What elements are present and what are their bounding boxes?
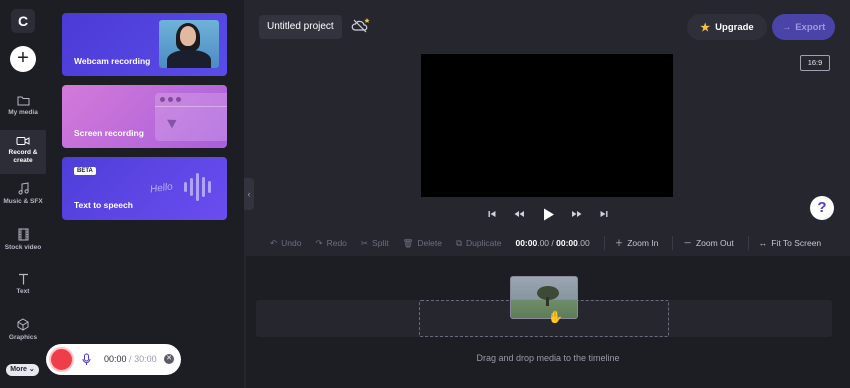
playhead-time: 00:00.00 / 00:00.00 — [515, 238, 589, 248]
zoom-out-button[interactable]: － Zoom Out — [683, 237, 733, 249]
audio-recorder-widget: 00:00 / 30:00 ✕ — [46, 344, 181, 375]
rail-item-record-create[interactable]: Record & create — [0, 130, 46, 174]
total-time: 00:00 — [556, 238, 578, 248]
browser-window-illustration — [155, 93, 227, 141]
add-media-button[interactable]: + — [10, 46, 36, 72]
total-time-ms: .00 — [577, 238, 590, 248]
collapse-panel-handle[interactable]: ‹ — [244, 178, 254, 210]
more-label: More — [10, 366, 27, 373]
dragged-media-thumbnail[interactable] — [510, 276, 578, 319]
recording-separator: / — [129, 354, 132, 364]
fit-to-screen-label: Fit To Screen — [771, 238, 822, 248]
left-navigation-rail: C + My media Record & create Music & SFX… — [0, 0, 46, 388]
arrow-right-icon: → — [781, 21, 792, 33]
rail-item-stock-video[interactable]: Stock video — [0, 228, 46, 264]
timeline: ✋ Drag and drop media to the timeline — [246, 256, 850, 388]
recording-timer: 00:00 / 30:00 — [104, 354, 157, 364]
skip-to-start-icon[interactable] — [488, 210, 496, 218]
plus-icon: ＋ — [614, 238, 624, 248]
recording-limit: 30:00 — [134, 354, 157, 364]
aspect-ratio-button[interactable]: 16:9 — [800, 55, 830, 71]
shapes-icon — [17, 318, 29, 331]
undo-label: Undo — [281, 238, 302, 248]
grab-cursor-icon: ✋ — [548, 310, 563, 324]
music-note-icon — [17, 182, 29, 195]
video-camera-icon — [16, 137, 30, 145]
cloud-sync-icon[interactable] — [351, 17, 371, 35]
rail-item-label: Stock video — [4, 244, 42, 251]
skip-to-end-icon[interactable] — [600, 210, 608, 218]
text-to-speech-card[interactable]: BETA Hello Text to speech — [62, 157, 227, 220]
sound-wave-icon — [184, 171, 211, 203]
trash-icon: 🗑 — [402, 237, 414, 248]
scissors-icon: ✂ — [360, 237, 369, 248]
card-title: Screen recording — [74, 128, 144, 138]
undo-button[interactable]: ↶ Undo — [270, 238, 301, 249]
more-menu-button[interactable]: More ⌄ — [6, 364, 39, 376]
redo-icon: ↷ — [315, 237, 323, 248]
redo-label: Redo — [326, 238, 347, 248]
film-icon — [18, 228, 28, 241]
microphone-icon[interactable] — [82, 353, 91, 366]
rail-item-music-sfx[interactable]: Music & SFX — [0, 182, 46, 218]
duplicate-button[interactable]: ⧉ Duplicate — [456, 238, 502, 249]
record-create-panel: Webcam recording Screen recording BETA H… — [46, 0, 244, 388]
play-icon[interactable] — [543, 208, 554, 221]
rail-item-label: Text — [16, 288, 30, 295]
playback-controls — [488, 205, 608, 223]
timeline-toolbar: ↶ Undo ↷ Redo ✂ Split 🗑 Delete ⧉ Duplicate 00… — [256, 233, 850, 253]
minus-icon: － — [683, 238, 692, 248]
recording-elapsed: 00:00 — [104, 354, 127, 364]
delete-button[interactable]: 🗑 Delete — [403, 238, 442, 249]
rail-item-graphics[interactable]: Graphics — [0, 318, 46, 354]
drop-hint-text: Drag and drop media to the timeline — [476, 353, 620, 363]
text-icon — [18, 273, 28, 285]
rail-item-label: Graphics — [8, 334, 38, 341]
hello-decor-text: Hello — [149, 181, 174, 196]
project-title[interactable]: Untitled project — [259, 15, 342, 39]
video-preview — [421, 54, 673, 197]
rail-item-label: Record & create — [8, 149, 38, 164]
record-button[interactable] — [49, 347, 74, 372]
fit-to-screen-button[interactable]: ↔ Fit To Screen — [759, 238, 821, 248]
zoom-in-button[interactable]: ＋ Zoom In — [615, 237, 659, 249]
zoom-in-label: Zoom In — [627, 238, 659, 248]
rail-item-label: My media — [8, 109, 38, 116]
folder-icon — [17, 96, 29, 106]
cursor-icon — [167, 115, 179, 129]
help-button[interactable]: ? — [810, 196, 834, 220]
clipchamp-logo[interactable]: C — [11, 9, 35, 33]
split-label: Split — [372, 238, 389, 248]
duplicate-icon: ⧉ — [455, 237, 463, 248]
close-recorder-icon[interactable]: ✕ — [164, 354, 174, 364]
rail-item-my-media[interactable]: My media — [0, 92, 46, 128]
webcam-recording-card[interactable]: Webcam recording — [62, 13, 227, 76]
export-button[interactable]: → Export — [772, 14, 835, 40]
card-title: Text to speech — [74, 200, 133, 210]
current-time: 00:00 — [515, 238, 538, 248]
rail-item-text[interactable]: Text — [0, 273, 46, 309]
rewind-icon[interactable] — [514, 210, 525, 218]
upgrade-label: Upgrade — [715, 21, 754, 33]
upgrade-button[interactable]: ★ Upgrade — [687, 14, 767, 40]
redo-button[interactable]: ↷ Redo — [315, 238, 346, 249]
duplicate-label: Duplicate — [466, 238, 502, 248]
split-button[interactable]: ✂ Split — [361, 238, 389, 249]
rail-item-label: Music & SFX — [3, 198, 43, 205]
card-title: Webcam recording — [74, 56, 151, 66]
zoom-out-label: Zoom Out — [695, 238, 734, 248]
beta-badge: BETA — [74, 167, 96, 175]
undo-icon: ↶ — [270, 237, 278, 248]
webcam-preview-image — [159, 20, 219, 68]
export-label: Export — [795, 21, 826, 33]
screen-recording-card[interactable]: Screen recording — [62, 85, 227, 148]
current-time-ms: .00 — [537, 238, 550, 248]
fast-forward-icon[interactable] — [571, 210, 582, 218]
delete-label: Delete — [417, 238, 442, 248]
fit-screen-icon: ↔ — [758, 238, 768, 248]
star-icon: ★ — [700, 21, 711, 34]
